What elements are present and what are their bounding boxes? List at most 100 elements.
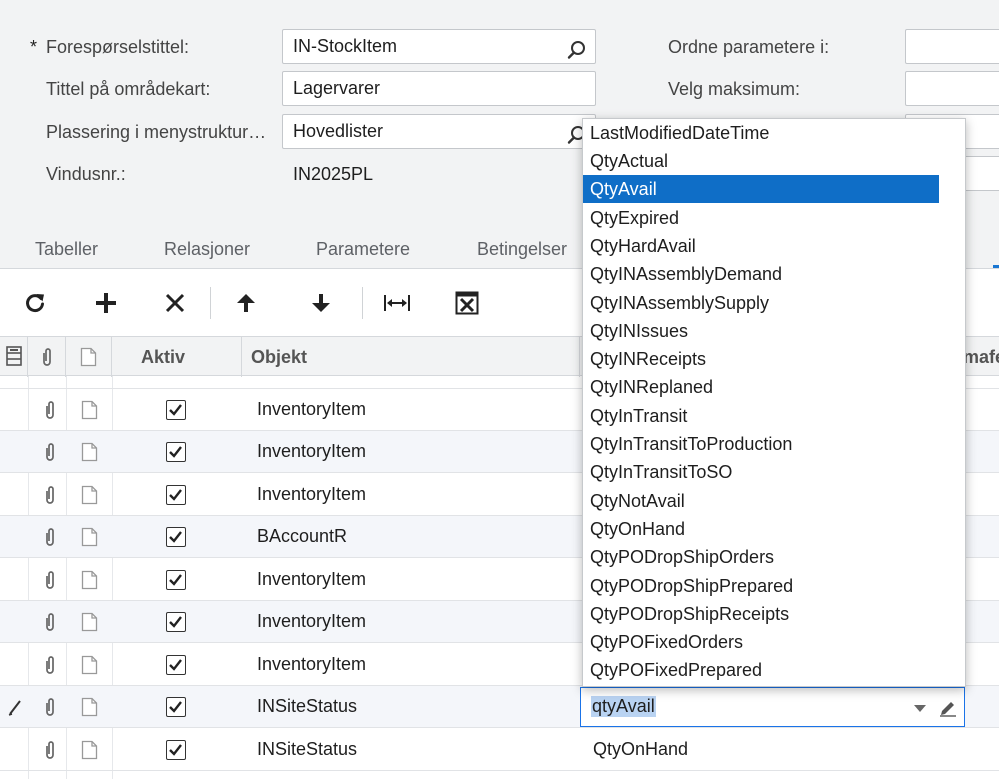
note-icon[interactable] [81, 570, 98, 590]
dropdown-option[interactable]: QtyInTransit [583, 402, 939, 430]
paperclip-icon[interactable] [43, 697, 59, 717]
delete-row-button[interactable] [159, 287, 191, 319]
active-checkbox[interactable] [166, 740, 186, 760]
field-dropdown-list[interactable]: LastModifiedDateTime QtyActual QtyAvail … [582, 118, 966, 687]
active-checkbox[interactable] [166, 485, 186, 505]
active-checkbox[interactable] [166, 442, 186, 462]
note-icon[interactable] [81, 442, 98, 462]
table-row[interactable]: INSiteStatus QtyOnHand [0, 729, 999, 771]
paperclip-icon[interactable] [43, 527, 59, 547]
dropdown-option[interactable]: QtyPODropShipOrders [583, 543, 939, 571]
edit-icon[interactable] [938, 697, 958, 722]
close-icon [164, 292, 186, 314]
dropdown-option[interactable]: LastModifiedDateTime [583, 119, 939, 147]
note-icon[interactable] [81, 485, 98, 505]
dropdown-option[interactable]: QtyOnHand [583, 515, 939, 543]
note-icon[interactable] [81, 612, 98, 632]
fit-width-icon [383, 292, 411, 314]
dropdown-option[interactable]: QtyExpired [583, 204, 939, 232]
paperclip-icon[interactable] [43, 442, 59, 462]
dropdown-option[interactable]: QtyInTransitToSO [583, 458, 939, 486]
object-cell[interactable]: InventoryItem [257, 611, 366, 632]
paperclip-icon[interactable] [43, 485, 59, 505]
sitemap-title-field[interactable]: Lagervarer [282, 71, 596, 106]
paperclip-icon[interactable] [43, 740, 59, 760]
tab-tables[interactable]: Tabeller [35, 239, 98, 260]
note-icon[interactable] [81, 655, 98, 675]
export-excel-icon [455, 291, 479, 315]
dropdown-option-selected[interactable]: QtyAvail [583, 175, 939, 203]
chevron-down-icon[interactable] [914, 705, 926, 712]
active-checkbox[interactable] [166, 400, 186, 420]
move-down-button[interactable] [305, 287, 337, 319]
add-row-button[interactable] [90, 287, 122, 319]
object-column-header[interactable]: Objekt [242, 337, 580, 377]
object-cell[interactable]: INSiteStatus [257, 739, 357, 760]
paperclip-icon[interactable] [43, 400, 59, 420]
inquiry-title-label: Forespørselstittel: [46, 37, 190, 57]
object-cell[interactable]: InventoryItem [257, 399, 366, 420]
dropdown-option[interactable]: QtyNotAvail [583, 487, 939, 515]
inquiry-title-field[interactable]: IN-StockItem [282, 29, 596, 64]
active-checkbox[interactable] [166, 655, 186, 675]
note-icon[interactable] [81, 740, 98, 760]
paperclip-icon[interactable] [43, 655, 59, 675]
row-selector-header[interactable] [0, 337, 28, 377]
tab-parameters[interactable]: Parametere [316, 239, 410, 260]
column-config-icon[interactable] [6, 346, 22, 371]
toolbar-separator [362, 287, 363, 319]
refresh-button[interactable] [19, 287, 51, 319]
inquiry-title-value: IN-StockItem [293, 36, 398, 56]
paperclip-icon[interactable] [43, 612, 59, 632]
dropdown-option[interactable]: QtyActual [583, 147, 939, 175]
field-cell[interactable]: QtyOnHand [593, 739, 688, 760]
object-cell[interactable]: BAccountR [257, 526, 347, 547]
note-icon[interactable] [81, 400, 98, 420]
attachments-header [28, 337, 66, 377]
arrange-params-label: Ordne parametere i: [668, 37, 830, 57]
paperclip-icon [40, 347, 54, 372]
edit-pencil-icon [7, 698, 23, 721]
dropdown-option[interactable]: QtyINReplaned [583, 373, 939, 401]
dropdown-option[interactable]: QtyHardAvail [583, 232, 939, 260]
dropdown-option[interactable]: QtyInTransitToProduction [583, 430, 939, 458]
export-excel-button[interactable] [451, 287, 483, 319]
object-cell[interactable]: InventoryItem [257, 569, 366, 590]
active-checkbox[interactable] [166, 612, 186, 632]
object-cell[interactable]: InventoryItem [257, 441, 366, 462]
tab-relations[interactable]: Relasjoner [164, 239, 250, 260]
active-checkbox[interactable] [166, 527, 186, 547]
object-cell[interactable]: InventoryItem [257, 654, 366, 675]
select-top-field[interactable] [905, 71, 999, 106]
dropdown-option[interactable]: QtyPODropShipPrepared [583, 572, 939, 600]
note-icon[interactable] [81, 527, 98, 547]
arrange-params-field[interactable] [905, 29, 999, 64]
search-icon[interactable] [567, 38, 587, 59]
active-column-header[interactable]: Aktiv [112, 337, 242, 377]
dropdown-option[interactable]: QtyPOFixedPrepared [583, 656, 939, 684]
tab-conditions[interactable]: Betingelser [477, 239, 567, 260]
required-mark: * [30, 37, 38, 57]
table-row-editing[interactable]: INSiteStatus qtyAvail [0, 686, 999, 728]
toolbar-separator [210, 287, 211, 319]
dropdown-option[interactable]: QtyPODropShipReceipts [583, 600, 939, 628]
paperclip-icon[interactable] [43, 570, 59, 590]
move-up-button[interactable] [230, 287, 262, 319]
active-checkbox[interactable] [166, 697, 186, 717]
dropdown-option[interactable]: QtyPOFixedOrders [583, 628, 939, 656]
active-checkbox[interactable] [166, 570, 186, 590]
sitemap-title-value: Lagervarer [293, 78, 381, 98]
field-combo-input[interactable]: qtyAvail [591, 696, 656, 717]
dropdown-option[interactable]: QtyINReceipts [583, 345, 939, 373]
fit-width-button[interactable] [381, 287, 413, 319]
object-cell[interactable]: InventoryItem [257, 484, 366, 505]
dropdown-option[interactable]: QtyINIssues [583, 317, 939, 345]
dropdown-option[interactable]: QtyINAssemblySupply [583, 289, 939, 317]
screen-id-label: Vindusnr.: [46, 164, 126, 184]
menu-location-field[interactable]: Hovedlister [282, 114, 596, 149]
note-icon[interactable] [81, 697, 98, 717]
dropdown-option[interactable]: QtyINAssemblyDemand [583, 260, 939, 288]
object-cell[interactable]: INSiteStatus [257, 696, 357, 717]
notes-header [66, 337, 112, 377]
field-combo-editor[interactable]: qtyAvail [580, 687, 965, 727]
